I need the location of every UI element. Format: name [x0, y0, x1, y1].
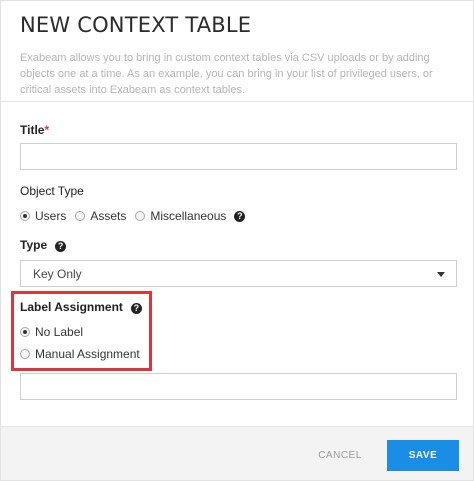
object-type-label-text: Object Type: [20, 184, 84, 198]
title-label-text: Title: [20, 123, 45, 137]
dialog-title: NEW CONTEXT TABLE: [20, 13, 252, 37]
radio-users[interactable]: [20, 211, 30, 221]
title-input[interactable]: [20, 143, 457, 170]
caret-down-icon: [437, 272, 445, 277]
radio-miscellaneous-label: Miscellaneous: [150, 209, 227, 223]
radio-assets[interactable]: [75, 211, 86, 221]
required-marker: *: [44, 123, 50, 137]
cancel-button[interactable]: CANCEL: [303, 441, 377, 469]
dialog-footer: CANCEL SAVE: [1, 426, 473, 480]
label-assignment-label: Label Assignment?: [20, 300, 142, 314]
type-label-text: Type: [20, 238, 48, 252]
type-select[interactable]: Key Only: [20, 260, 457, 287]
dialog-header: NEW CONTEXT TABLE Exabeam allows you to …: [1, 1, 473, 102]
object-type-option-assets[interactable]: Assets: [75, 209, 126, 223]
label-option-no-label[interactable]: No Label: [20, 325, 83, 339]
radio-no-label[interactable]: [20, 327, 30, 337]
title-label: Title*: [20, 123, 49, 137]
label-option-manual-assignment[interactable]: Manual Assignment: [20, 347, 140, 361]
dialog-description: Exabeam allows you to bring in custom co…: [20, 52, 433, 96]
object-type-label: Object Type: [20, 184, 84, 198]
question-circle-icon[interactable]: ?: [55, 241, 67, 252]
object-type-radio-group: Users Assets Miscellaneous ?: [20, 208, 246, 224]
object-type-option-miscellaneous[interactable]: Miscellaneous: [135, 209, 226, 223]
radio-users-label: Users: [35, 209, 67, 223]
question-circle-icon[interactable]: ?: [234, 210, 246, 222]
object-type-option-users[interactable]: Users: [20, 209, 66, 223]
label-input[interactable]: [20, 373, 457, 400]
new-context-table-dialog: NEW CONTEXT TABLE Exabeam allows you to …: [0, 0, 474, 481]
question-circle-icon[interactable]: ?: [130, 303, 142, 314]
radio-manual-assignment[interactable]: [20, 349, 30, 359]
type-select-value: Key Only: [33, 267, 82, 281]
save-button[interactable]: SAVE: [387, 440, 459, 471]
type-label: Type?: [20, 238, 67, 252]
radio-miscellaneous[interactable]: [135, 211, 146, 221]
radio-no-label-text: No Label: [35, 325, 84, 339]
radio-assets-label: Assets: [90, 209, 127, 223]
radio-manual-assignment-text: Manual Assignment: [35, 347, 140, 361]
label-assignment-label-text: Label Assignment: [20, 300, 123, 314]
